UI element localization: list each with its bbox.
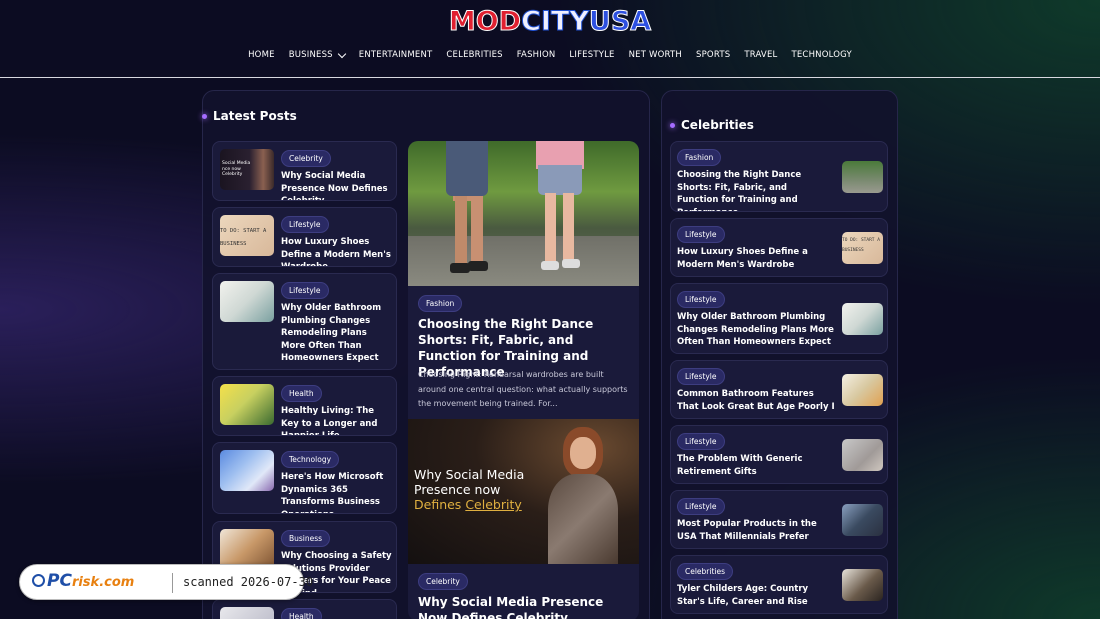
post-title[interactable]: Here's How Microsoft Dynamics 365 Transf… [281, 471, 393, 513]
logo-word-3: USA [588, 5, 652, 37]
post-title[interactable]: Common Bathroom Features That Look Great… [677, 388, 835, 413]
post-thumbnail [220, 281, 274, 322]
nav-travel[interactable]: TRAVEL [744, 50, 777, 60]
chevron-down-icon [337, 49, 347, 58]
post-thumbnail: Social Media nce now Celebrity [220, 149, 274, 190]
logo-word-1: MOD [448, 5, 522, 37]
nav-home[interactable]: HOME [248, 50, 275, 60]
featured-image[interactable] [408, 141, 639, 286]
post-title[interactable]: Why Social Media Presence Now Defines Ce… [281, 170, 393, 200]
celebrities-title: Celebrities [681, 118, 754, 132]
featured-posts-column: Fashion Choosing the Right Dance Shorts:… [408, 141, 639, 619]
thumbnail-text: Social Media nce now Celebrity [222, 161, 251, 177]
category-badge[interactable]: Lifestyle [677, 498, 725, 515]
latest-posts-title: Latest Posts [213, 109, 297, 123]
nav-business-label: BUSINESS [288, 50, 333, 60]
nav-net-worth[interactable]: NET WORTH [629, 50, 682, 60]
post-title[interactable]: Choosing the Right Dance Shorts: Fit, Fa… [677, 169, 827, 211]
category-badge[interactable]: Lifestyle [677, 368, 725, 385]
latest-post-card[interactable]: Health Healthy Living: The Key to a Long… [212, 376, 397, 436]
post-thumbnail [842, 569, 883, 601]
category-badge[interactable]: Celebrity [281, 150, 331, 167]
nav-entertainment[interactable]: ENTERTAINMENT [359, 50, 433, 60]
category-badge[interactable]: Lifestyle [677, 226, 725, 243]
latest-post-card[interactable]: Health [212, 599, 397, 619]
watermark-divider [172, 573, 173, 593]
scan-date-text: scanned 2026-07-30 [183, 575, 314, 589]
latest-posts-heading: Latest Posts [202, 109, 297, 123]
thumbnail-text: TO DO: START A BUSINESS [842, 238, 880, 253]
nav-fashion[interactable]: FASHION [517, 50, 556, 60]
celebrity-post-card[interactable]: Lifestyle How Luxury Shoes Define a Mode… [670, 218, 888, 277]
site-logo[interactable]: MOD CITY USA [448, 4, 651, 38]
latest-post-card[interactable]: Lifestyle Why Older Bathroom Plumbing Ch… [212, 273, 397, 370]
featured-post-title-2[interactable]: Why Social Media Presence Now Defines Ce… [418, 594, 633, 619]
category-badge[interactable]: Health [281, 385, 322, 402]
category-badge[interactable]: Lifestyle [677, 433, 725, 450]
latest-post-card[interactable]: TO DO: START A BUSINESS Lifestyle How Lu… [212, 207, 397, 267]
category-badge[interactable]: Health [281, 608, 322, 619]
logo-word-2: CITY [521, 5, 590, 37]
post-title[interactable]: Most Popular Products in the USA That Mi… [677, 518, 835, 543]
post-thumbnail [842, 161, 883, 193]
post-thumbnail [842, 504, 883, 536]
post-thumbnail [842, 439, 883, 471]
celebrity-post-card[interactable]: Celebrities Tyler Childers Age: Country … [670, 555, 888, 614]
featured-category-badge-2[interactable]: Celebrity [418, 573, 468, 590]
main-nav: HOME BUSINESS ENTERTAINMENT CELEBRITIES … [0, 49, 1100, 60]
caption-line-3b: Celebrity [465, 497, 522, 512]
category-badge[interactable]: Lifestyle [281, 216, 329, 233]
category-badge[interactable]: Technology [281, 451, 340, 468]
post-title[interactable]: How Luxury Shoes Define a Modern Men's W… [677, 246, 827, 271]
celebrity-post-card[interactable]: Lifestyle Why Older Bathroom Plumbing Ch… [670, 283, 888, 354]
magnifier-icon [32, 574, 45, 587]
celebrity-post-card[interactable]: Lifestyle The Problem With Generic Retir… [670, 425, 888, 484]
nav-business[interactable]: BUSINESS [288, 49, 347, 60]
category-badge[interactable]: Lifestyle [677, 291, 725, 308]
celebrity-post-card[interactable]: Fashion Choosing the Right Dance Shorts:… [670, 141, 888, 212]
post-thumbnail [220, 384, 274, 425]
pcrisk-watermark: PCrisk.com scanned 2026-07-30 [19, 564, 313, 600]
featured-category-badge[interactable]: Fashion [418, 295, 463, 312]
post-title[interactable]: Tyler Childers Age: Country Star's Life,… [677, 583, 835, 608]
pcrisk-brand-pc: PC [47, 571, 72, 591]
site-header: MOD CITY USA HOME BUSINESS ENTERTAINMENT… [0, 0, 1100, 78]
post-thumbnail: TO DO: START A BUSINESS [220, 215, 274, 256]
celebrities-heading: Celebrities [670, 118, 754, 132]
celebrity-post-card[interactable]: Lifestyle Common Bathroom Features That … [670, 360, 888, 419]
latest-post-card[interactable]: Technology Here's How Microsoft Dynamics… [212, 442, 397, 514]
caption-line-1: Why Social Media [414, 467, 525, 482]
category-badge[interactable]: Fashion [677, 149, 722, 166]
nav-celebrities[interactable]: CELEBRITIES [446, 50, 502, 60]
caption-line-2: Presence now [414, 482, 501, 497]
latest-post-card[interactable]: Social Media nce now Celebrity Celebrity… [212, 141, 397, 201]
celebrity-post-card[interactable]: Lifestyle Most Popular Products in the U… [670, 490, 888, 549]
post-thumbnail [220, 450, 274, 491]
post-title[interactable]: Healthy Living: The Key to a Longer and … [281, 405, 393, 435]
category-badge[interactable]: Lifestyle [281, 282, 329, 299]
nav-lifestyle[interactable]: LIFESTYLE [569, 50, 614, 60]
bullet-dot-icon [670, 122, 675, 128]
category-badge[interactable]: Business [281, 530, 331, 547]
post-title[interactable]: How Luxury Shoes Define a Modern Men's W… [281, 236, 393, 266]
post-thumbnail [220, 607, 274, 619]
post-title[interactable]: Why Older Bathroom Plumbing Changes Remo… [677, 311, 835, 349]
nav-sports[interactable]: SPORTS [696, 50, 730, 60]
post-thumbnail: TO DO: START A BUSINESS [842, 232, 883, 264]
post-thumbnail [842, 303, 883, 335]
thumbnail-text: TO DO: START A BUSINESS [220, 228, 267, 247]
bullet-dot-icon [202, 113, 207, 119]
pcrisk-brand-risk: risk.com [71, 575, 135, 590]
pcrisk-logo: PCrisk.com [32, 571, 134, 591]
image-caption: Why Social Media Presence now Defines Ce… [414, 467, 524, 512]
post-thumbnail [842, 374, 883, 406]
nav-technology[interactable]: TECHNOLOGY [791, 50, 851, 60]
post-title[interactable]: Why Older Bathroom Plumbing Changes Remo… [281, 302, 393, 365]
category-badge[interactable]: Celebrities [677, 563, 734, 580]
featured-image-2[interactable]: Why Social Media Presence now Defines Ce… [408, 419, 639, 564]
post-title[interactable]: The Problem With Generic Retirement Gift… [677, 453, 835, 478]
caption-line-3: Defines [414, 497, 462, 512]
featured-post-excerpt: Choosing Right: Rehearsal wardrobes are … [418, 370, 628, 408]
